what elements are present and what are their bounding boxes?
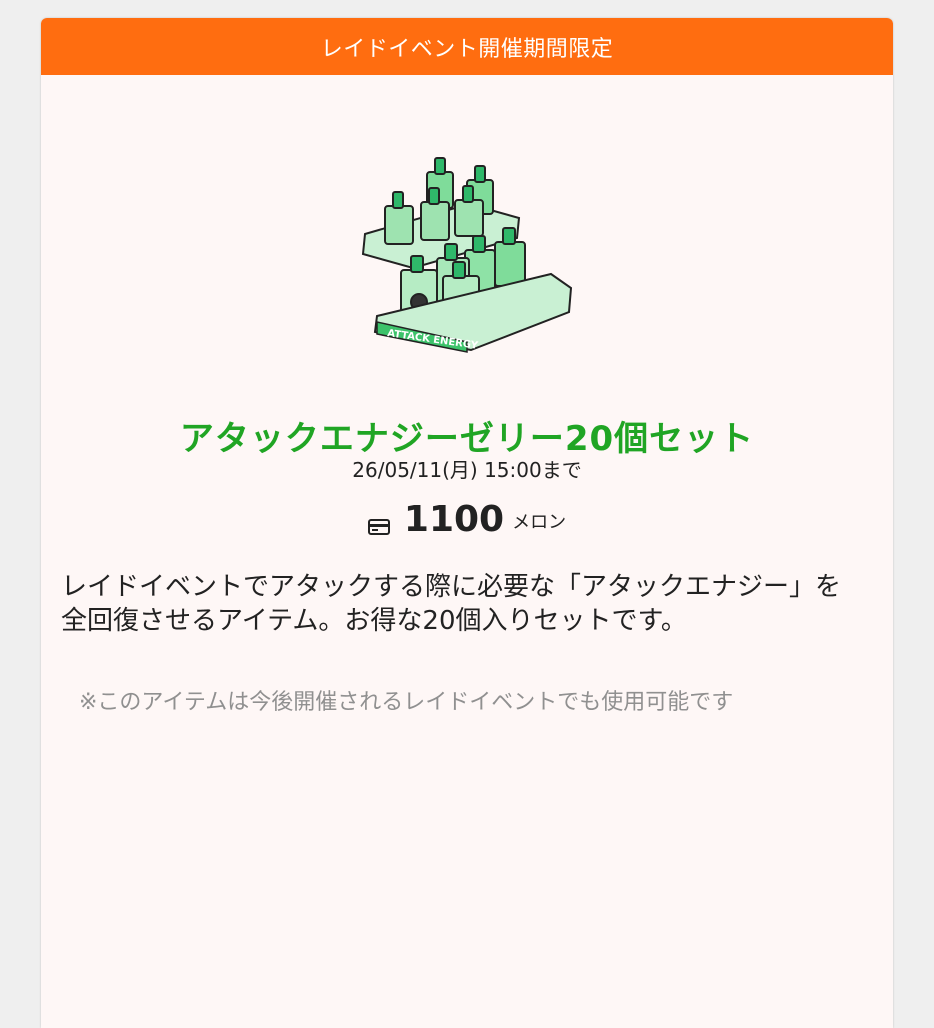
- credit-card-icon: [367, 519, 390, 535]
- price-value: 1100: [403, 499, 505, 540]
- usage-note: ※このアイテムは今後開催されるレイドイベントでも使用可能です: [79, 690, 734, 715]
- price: 1100 メロン: [41, 498, 893, 542]
- price-unit: メロン: [512, 512, 567, 533]
- item-description: レイドイベントでアタックする際に必要な「アタックエナジー」を全回復させるアイテム…: [61, 572, 842, 636]
- banner-label: レイドイベント開催期間限定: [320, 36, 614, 62]
- item-name: アタックエナジーゼリー20個セット: [179, 419, 755, 459]
- limited-period-banner: レイドイベント開催期間限定: [41, 18, 893, 75]
- sale-deadline: 26/05/11(月) 15:00まで: [352, 458, 582, 482]
- item-card: レイドイベント開催期間限定 ATTACK ENERGY アタックエナジーゼリー2…: [41, 18, 893, 1028]
- attack-energy-jelly-image: ATTACK ENERGY: [361, 157, 573, 353]
